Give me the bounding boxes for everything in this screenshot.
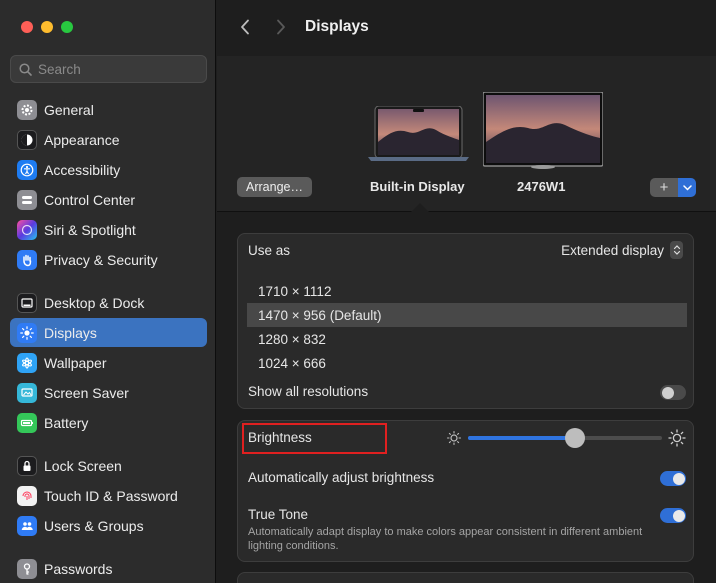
flower-icon <box>17 352 37 373</box>
gear-icon <box>17 99 37 120</box>
chevron-left-icon <box>241 19 249 35</box>
external-display-thumbnail[interactable] <box>482 91 604 174</box>
chevron-down-icon <box>682 184 692 191</box>
sidebar-item-general[interactable]: General <box>10 95 207 124</box>
sidebar-item-label: Battery <box>44 414 89 431</box>
use-as-label: Use as <box>248 243 291 258</box>
sidebar-item-battery[interactable]: Battery <box>10 408 207 437</box>
add-display-menu-button[interactable] <box>678 178 696 197</box>
brightness-high-icon <box>668 429 686 447</box>
sidebar-item-label: Users & Groups <box>44 517 144 534</box>
chevron-right-icon <box>277 19 285 35</box>
true-tone-toggle[interactable] <box>660 508 686 523</box>
true-tone-description: Automatically adapt display to make colo… <box>248 526 643 552</box>
main-content: Displays Arrange… Built-in Display 2476W… <box>217 0 716 583</box>
sidebar-item-wallpaper[interactable]: Wallpaper <box>10 348 207 377</box>
sidebar-item-appearance[interactable]: Appearance <box>10 125 207 154</box>
show-all-resolutions-toggle[interactable] <box>660 385 686 400</box>
resolution-option[interactable]: 1280 × 832 <box>247 327 687 351</box>
sidebar-item-label: Screen Saver <box>44 384 129 401</box>
close-window-button[interactable] <box>21 21 33 33</box>
show-all-resolutions-label: Show all resolutions <box>248 384 369 399</box>
display-arrangement: Arrange… Built-in Display 2476W1 + <box>217 56 716 213</box>
siri-icon <box>17 219 37 240</box>
sidebar-item-label: Displays <box>44 324 97 341</box>
accessibility-icon <box>17 159 37 180</box>
search-icon <box>19 62 32 76</box>
lock-icon <box>17 455 37 476</box>
dock-icon <box>17 292 37 313</box>
sidebar-item-users-groups[interactable]: Users & Groups <box>10 511 207 540</box>
sidebar-item-touch-id-password[interactable]: Touch ID & Password <box>10 481 207 510</box>
brightness-panel: Brightness Automatically adjust brightne… <box>237 420 694 562</box>
back-button[interactable] <box>235 15 255 39</box>
sidebar-item-label: Accessibility <box>44 161 121 178</box>
control-center-icon <box>17 189 37 210</box>
appearance-icon <box>17 129 37 150</box>
key-icon <box>17 558 37 579</box>
sidebar: General Appearance Accessibility Control… <box>0 0 216 583</box>
resolution-option-selected[interactable]: 1470 × 956 (Default) <box>247 303 687 327</box>
sidebar-item-label: Privacy & Security <box>44 251 158 268</box>
fingerprint-icon <box>17 485 37 506</box>
sidebar-item-siri-spotlight[interactable]: Siri & Spotlight <box>10 215 207 244</box>
brightness-slider[interactable] <box>446 428 690 448</box>
arrange-button[interactable]: Arrange… <box>237 177 312 197</box>
search-field[interactable] <box>10 55 207 83</box>
brightness-low-icon <box>446 430 462 446</box>
zoom-window-button[interactable] <box>61 21 73 33</box>
sidebar-item-accessibility[interactable]: Accessibility <box>10 155 207 184</box>
hand-icon <box>17 249 37 270</box>
brightness-fill <box>468 436 575 440</box>
page-title: Displays <box>305 18 369 35</box>
brightness-label: Brightness <box>248 430 312 445</box>
next-settings-panel <box>237 572 694 583</box>
sun-icon <box>17 322 37 343</box>
brightness-thumb[interactable] <box>564 428 585 448</box>
window-controls <box>21 21 73 33</box>
sidebar-item-label: General <box>44 101 94 118</box>
sidebar-item-label: Touch ID & Password <box>44 487 178 504</box>
add-display-button[interactable]: + <box>650 178 696 197</box>
brightness-track[interactable] <box>468 428 662 448</box>
battery-icon <box>17 412 37 433</box>
resolution-panel: Use as Extended display 1710 × 1112 1470… <box>237 233 694 409</box>
sidebar-item-screen-saver[interactable]: Screen Saver <box>10 378 207 407</box>
sidebar-item-desktop-dock[interactable]: Desktop & Dock <box>10 288 207 317</box>
auto-brightness-toggle[interactable] <box>660 471 686 486</box>
minimize-window-button[interactable] <box>41 21 53 33</box>
sidebar-item-passwords[interactable]: Passwords <box>10 554 207 583</box>
builtin-display-thumbnail[interactable] <box>368 105 469 167</box>
external-display-label[interactable]: 2476W1 <box>517 179 565 194</box>
sidebar-item-label: Passwords <box>44 560 113 577</box>
sidebar-item-lock-screen[interactable]: Lock Screen <box>10 451 207 480</box>
updown-chevron-icon <box>670 241 683 259</box>
auto-brightness-label: Automatically adjust brightness <box>248 470 435 485</box>
resolution-option[interactable]: 1024 × 666 <box>247 351 687 375</box>
forward-button[interactable] <box>271 15 291 39</box>
sidebar-item-label: Control Center <box>44 191 136 208</box>
resolution-option[interactable]: 1710 × 1112 <box>247 279 687 303</box>
use-as-value: Extended display <box>561 242 664 258</box>
sidebar-item-label: Siri & Spotlight <box>44 221 136 238</box>
sidebar-item-label: Wallpaper <box>44 354 107 371</box>
sidebar-item-label: Desktop & Dock <box>44 294 145 311</box>
sidebar-item-label: Lock Screen <box>44 457 122 474</box>
sidebar-item-displays[interactable]: Displays <box>10 318 207 347</box>
true-tone-label: True Tone <box>248 507 309 522</box>
users-icon <box>17 515 37 536</box>
search-input[interactable] <box>38 61 198 77</box>
sidebar-item-control-center[interactable]: Control Center <box>10 185 207 214</box>
use-as-select[interactable]: Extended display <box>561 241 683 259</box>
sidebar-item-label: Appearance <box>44 131 120 148</box>
selected-display-pointer <box>410 203 430 213</box>
plus-icon[interactable]: + <box>650 178 678 197</box>
screen-saver-icon <box>17 382 37 403</box>
toolbar: Displays <box>217 0 716 56</box>
sidebar-item-privacy-security[interactable]: Privacy & Security <box>10 245 207 274</box>
builtin-display-label[interactable]: Built-in Display <box>370 179 465 194</box>
